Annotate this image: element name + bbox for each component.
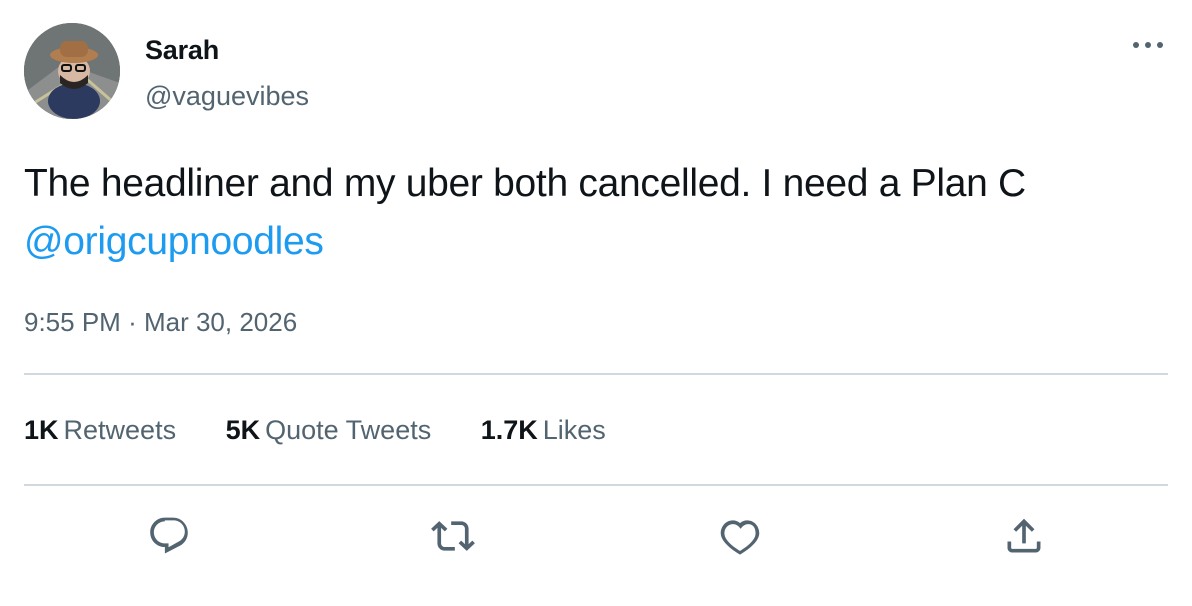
retweets-label: Retweets xyxy=(63,415,177,445)
engagement-stats: 1K Retweets 5K Quote Tweets 1.7K Likes xyxy=(24,415,648,446)
retweets-stat[interactable]: 1K Retweets xyxy=(24,415,176,446)
like-button[interactable] xyxy=(718,514,762,558)
tweet-card: Sarah @vaguevibes The headliner and my u… xyxy=(0,0,1192,606)
retweet-button[interactable] xyxy=(431,514,475,558)
user-avatar-photo-icon xyxy=(24,23,120,119)
retweets-count: 1K xyxy=(24,415,59,445)
tweet-date[interactable]: Mar 30, 2026 xyxy=(144,307,297,337)
tweet-text: The headliner and my uber both cancelled… xyxy=(24,155,1124,271)
likes-stat[interactable]: 1.7K Likes xyxy=(481,415,606,446)
mention-link[interactable]: @origcupnoodles xyxy=(24,220,324,263)
user-handle[interactable]: @vaguevibes xyxy=(145,81,309,112)
divider xyxy=(24,373,1168,375)
divider xyxy=(24,484,1168,486)
likes-count: 1.7K xyxy=(480,415,538,445)
tweet-time[interactable]: 9:55 PM xyxy=(24,307,121,337)
quote-tweets-stat[interactable]: 5K Quote Tweets xyxy=(226,415,432,446)
more-horizontal-icon xyxy=(1133,42,1163,48)
like-heart-icon xyxy=(720,520,760,555)
quote-tweets-label: Quote Tweets xyxy=(265,415,432,445)
tweet-body: The headliner and my uber both cancelled… xyxy=(24,162,1026,205)
timestamp-separator: · xyxy=(128,307,137,337)
reply-icon xyxy=(150,517,188,554)
reply-button[interactable] xyxy=(147,514,191,558)
display-name[interactable]: Sarah xyxy=(145,35,219,66)
quote-tweets-count: 5K xyxy=(225,415,261,445)
likes-label: Likes xyxy=(542,415,606,445)
retweet-icon xyxy=(431,521,475,551)
more-options-button[interactable] xyxy=(1128,33,1168,57)
avatar[interactable] xyxy=(24,23,120,119)
tweet-timestamp: 9:55 PM · Mar 30, 2026 xyxy=(24,307,297,338)
share-icon xyxy=(1007,518,1041,553)
share-button[interactable] xyxy=(1002,514,1046,558)
